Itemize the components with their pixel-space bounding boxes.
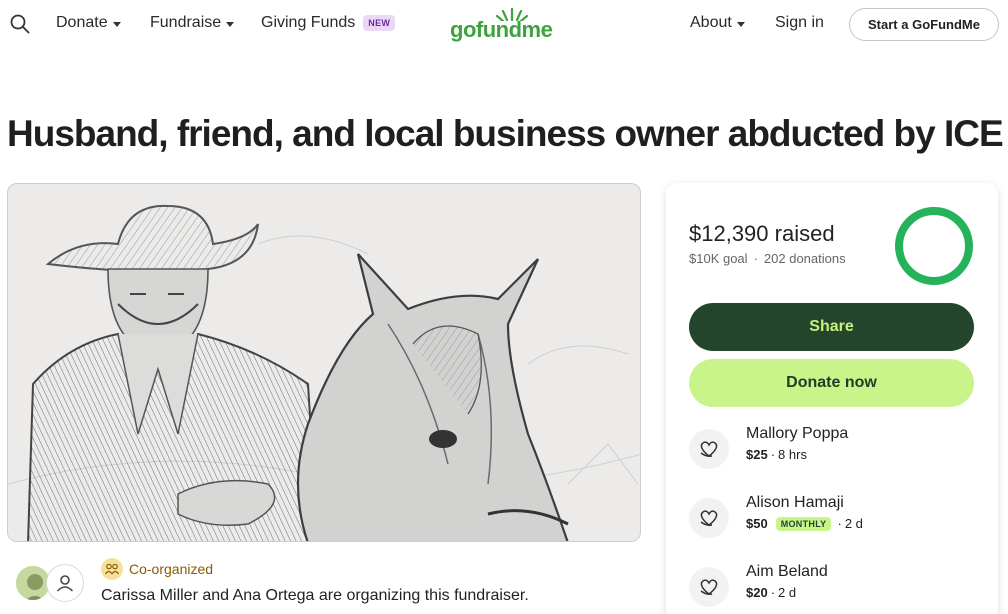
nav-sign-in[interactable]: Sign in bbox=[775, 14, 824, 32]
donor-name: Aim Beland bbox=[746, 563, 828, 580]
nav-fundraise[interactable]: Fundraise bbox=[150, 14, 235, 32]
donor-amount: $25 bbox=[746, 447, 768, 462]
organizers-text: Carissa Miller and Ana Ortega are organi… bbox=[101, 587, 529, 604]
progress-ring-fill bbox=[895, 207, 973, 285]
donor-meta: $20 · 2 d bbox=[746, 585, 796, 600]
nav-sign-in-label: Sign in bbox=[775, 14, 824, 31]
chevron-down-icon bbox=[226, 21, 235, 27]
nav-donate-label: Donate bbox=[56, 14, 108, 31]
top-nav: Donate Fundraise Giving Funds NEW gofund… bbox=[0, 0, 1008, 48]
people-icon bbox=[101, 558, 123, 580]
donor-amount: $50 bbox=[746, 516, 768, 531]
donor-time: 2 d bbox=[844, 516, 863, 531]
campaign-title: Husband, friend, and local business owne… bbox=[7, 113, 1004, 154]
monthly-badge: MONTHLY bbox=[775, 516, 832, 531]
donor-time: 8 hrs bbox=[778, 447, 807, 462]
donor-name: Alison Hamaji bbox=[746, 494, 844, 511]
donor-meta: $25 · 8 hrs bbox=[746, 447, 807, 462]
separator-dot: · bbox=[770, 585, 776, 600]
nav-donate[interactable]: Donate bbox=[56, 14, 121, 32]
donor-name: Mallory Poppa bbox=[746, 425, 849, 442]
nav-giving-funds-label: Giving Funds bbox=[261, 14, 356, 31]
donor-item[interactable]: Aim Beland $20 · 2 d bbox=[689, 563, 979, 614]
start-gofundme-button[interactable]: Start a GoFundMe bbox=[849, 8, 999, 41]
progress-ring bbox=[895, 207, 973, 285]
goal-line: $10K goal · 202 donations bbox=[689, 251, 846, 266]
donor-meta: $50 MONTHLY · 2 d bbox=[746, 516, 863, 531]
donation-heart-icon bbox=[689, 498, 729, 538]
amount-raised: $12,390 raised bbox=[689, 221, 835, 246]
donate-now-button[interactable]: Donate now bbox=[689, 359, 974, 407]
donor-amount: $20 bbox=[746, 585, 768, 600]
gofundme-logo[interactable]: gofundme bbox=[450, 7, 558, 43]
donation-heart-icon bbox=[689, 429, 729, 469]
share-button[interactable]: Share bbox=[689, 303, 974, 351]
pencil-sketch-man-with-horse-icon bbox=[8, 184, 640, 541]
separator-dot: · bbox=[837, 516, 842, 531]
campaign-image[interactable] bbox=[7, 183, 641, 542]
nav-giving-funds[interactable]: Giving Funds NEW bbox=[261, 14, 396, 32]
goal-amount: $10K goal bbox=[689, 251, 748, 266]
donor-item[interactable]: Mallory Poppa $25 · 8 hrs bbox=[689, 425, 979, 477]
co-organized-label: Co-organized bbox=[129, 561, 214, 577]
organizer-avatar-placeholder[interactable] bbox=[46, 564, 84, 602]
donor-item[interactable]: Alison Hamaji $50 MONTHLY · 2 d bbox=[689, 494, 979, 546]
nav-about[interactable]: About bbox=[690, 14, 745, 32]
nav-fundraise-label: Fundraise bbox=[150, 14, 222, 31]
donation-count: 202 donations bbox=[763, 251, 846, 266]
separator-dot: · bbox=[770, 447, 776, 462]
search-icon[interactable] bbox=[9, 13, 31, 35]
logo-text: gofundme bbox=[450, 17, 553, 42]
donor-time: 2 d bbox=[778, 585, 797, 600]
chevron-down-icon bbox=[736, 21, 745, 27]
separator-dot: · bbox=[753, 251, 758, 266]
user-icon bbox=[56, 575, 74, 592]
donation-heart-icon bbox=[689, 567, 729, 607]
donation-card: $12,390 raised $10K goal · 202 donations S… bbox=[666, 183, 998, 614]
new-badge: NEW bbox=[363, 15, 396, 31]
chevron-down-icon bbox=[112, 21, 121, 27]
nav-about-label: About bbox=[690, 14, 732, 31]
co-organized-badge: Co-organized bbox=[101, 558, 213, 580]
